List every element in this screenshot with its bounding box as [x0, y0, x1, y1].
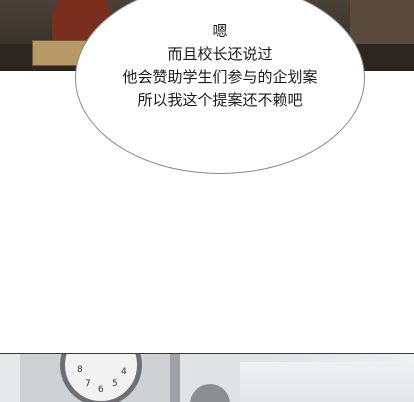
speech-bubble-text: 嗯 而且校长还说过 他会赞助学生们参与的企划案 所以我这个提案还不赖吧 [75, 20, 365, 112]
dialogue-line: 所以我这个提案还不赖吧 [137, 91, 303, 109]
background-foliage [240, 362, 414, 402]
clock-numeral: 6 [98, 385, 104, 395]
bottom-comic-panel: 8 7 6 5 4 [0, 354, 414, 402]
dialogue-line: 而且校长还说过 [167, 45, 273, 63]
character-head [190, 384, 230, 402]
tower-edge [170, 354, 180, 402]
clock-numeral: 4 [121, 367, 127, 377]
clock-numeral: 7 [85, 379, 91, 389]
clock-numeral: 5 [112, 379, 118, 389]
clock-numeral: 8 [77, 365, 83, 375]
dialogue-line: 他会赞助学生们参与的企划案 [122, 68, 318, 86]
dialogue-line: 嗯 [212, 22, 228, 40]
